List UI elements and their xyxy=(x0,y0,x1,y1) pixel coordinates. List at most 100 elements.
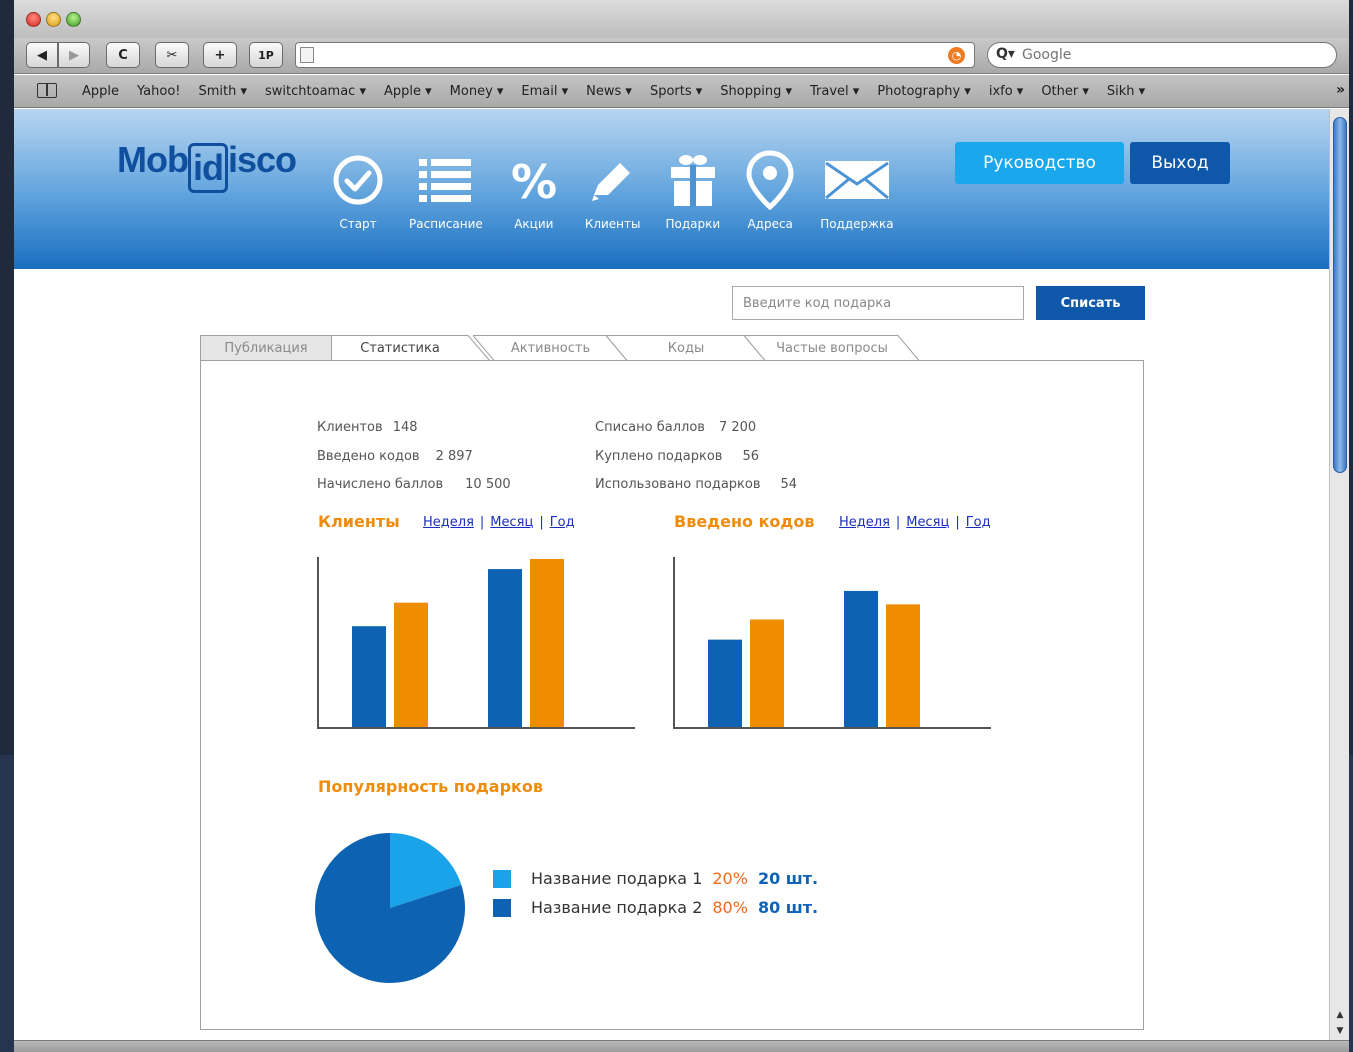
search-icon: Q▾ xyxy=(996,46,1015,62)
forward-button[interactable]: ▶ xyxy=(58,42,90,68)
vertical-scrollbar[interactable]: ▲ ▼ xyxy=(1329,109,1349,1052)
nav-item-support[interactable]: Поддержка xyxy=(820,149,894,231)
onepassword-button[interactable]: 1P xyxy=(249,42,283,68)
nav-label: Подарки xyxy=(665,217,721,231)
back-button[interactable]: ◀ xyxy=(26,42,58,68)
stat-label: Списано баллов xyxy=(595,420,705,435)
bookmark-item[interactable]: Apple ▾ xyxy=(384,84,432,99)
page-content: Mob id isco Старт Расписание % Акции Кли… xyxy=(14,109,1329,1052)
check-circle-icon xyxy=(332,149,384,211)
bookmark-item[interactable]: Other ▾ xyxy=(1041,84,1089,99)
period-month-link[interactable]: Месяц xyxy=(490,515,533,530)
write-off-button[interactable]: Списать xyxy=(1036,286,1145,320)
main-nav: Старт Расписание % Акции Клиенты Подарки… xyxy=(332,149,919,231)
bookmark-item[interactable]: switchtoamac ▾ xyxy=(265,84,366,99)
desktop-background-left xyxy=(0,755,14,1052)
tab-faq[interactable]: Частые вопросы xyxy=(744,335,920,361)
bookmark-item[interactable]: Email ▾ xyxy=(521,84,568,99)
bar-series-0-category-1 xyxy=(844,590,878,727)
nav-item-gifts[interactable]: Подарки xyxy=(665,149,721,231)
period-week-link[interactable]: Неделя xyxy=(423,515,474,530)
status-bar xyxy=(14,1040,1349,1052)
stat-gifts-bought: Куплено подарков 56 xyxy=(595,449,797,478)
nav-item-addresses[interactable]: Адреса xyxy=(745,149,795,231)
zoom-window-button[interactable] xyxy=(66,12,81,27)
scroll-up-arrow-icon[interactable]: ▲ xyxy=(1334,1008,1346,1022)
clients-period-links: Неделя | Месяц | Год xyxy=(423,515,575,530)
nav-item-start[interactable]: Старт xyxy=(332,149,384,231)
period-month-link[interactable]: Месяц xyxy=(906,515,949,530)
legend-row: Название подарка 2 80% 80 шт. xyxy=(493,893,818,922)
period-week-link[interactable]: Неделя xyxy=(839,515,890,530)
guide-button[interactable]: Руководство xyxy=(955,142,1124,184)
search-input[interactable] xyxy=(1022,46,1322,64)
tab-label: Активность xyxy=(510,340,591,356)
nav-label: Расписание xyxy=(409,217,483,231)
mobidisco-logo[interactable]: Mob id isco xyxy=(117,139,297,193)
tab-statistics[interactable]: Статистика xyxy=(331,335,491,361)
bookmark-item[interactable]: Photography ▾ xyxy=(877,84,971,99)
forward-arrow-icon: ▶ xyxy=(69,47,79,63)
book-icon[interactable] xyxy=(37,83,57,98)
scroll-down-arrow-icon[interactable]: ▼ xyxy=(1334,1024,1346,1038)
stat-label: Использовано подарков xyxy=(595,477,761,492)
bookmarks-overflow-icon[interactable]: » xyxy=(1336,82,1345,98)
stat-value: 148 xyxy=(392,420,418,435)
stat-label: Введено кодов xyxy=(317,448,420,464)
gift-code-input[interactable] xyxy=(732,286,1024,320)
nav-item-promotions[interactable]: % Акции xyxy=(508,149,560,231)
nav-item-schedule[interactable]: Расписание xyxy=(409,149,483,231)
logout-button[interactable]: Выход xyxy=(1130,142,1230,184)
nav-label: Поддержка xyxy=(820,217,894,231)
codes-bar-chart xyxy=(673,557,991,729)
address-bar[interactable] xyxy=(295,42,975,68)
scroll-thumb[interactable] xyxy=(1333,117,1347,473)
gift-popularity-pie-chart xyxy=(315,833,465,983)
stat-label: Куплено подарков xyxy=(595,448,723,464)
rss-icon[interactable]: ◔ xyxy=(948,47,965,64)
pie-legend: Название подарка 1 20% 20 шт. Название п… xyxy=(493,864,818,922)
stat-value: 10 500 xyxy=(465,477,511,492)
nav-item-clients[interactable]: Клиенты xyxy=(585,149,641,231)
bookmark-item[interactable]: Shopping ▾ xyxy=(720,84,792,99)
bar-series-0-category-0 xyxy=(352,626,386,727)
bookmark-item[interactable]: Sports ▾ xyxy=(650,84,702,99)
period-year-link[interactable]: Год xyxy=(966,515,991,530)
legend-gift-name: Название подарка 1 xyxy=(531,869,703,888)
bookmark-item[interactable]: News ▾ xyxy=(586,84,632,99)
logo-text-middle: id xyxy=(192,147,224,188)
search-field[interactable]: Q▾ xyxy=(987,42,1337,68)
reload-button[interactable]: C xyxy=(106,42,140,68)
bookmarks-bar: Apple Yahoo! Smith ▾ switchtoamac ▾ Appl… xyxy=(14,75,1349,108)
bar-series-1-category-0 xyxy=(394,602,428,727)
tab-label: Публикация xyxy=(224,340,308,356)
browser-toolbar: ◀ ▶ C ✂ + 1P ◔ Q▾ xyxy=(14,38,1349,74)
bookmark-item[interactable]: Yahoo! xyxy=(137,84,180,99)
close-window-button[interactable] xyxy=(26,12,41,27)
bookmark-item[interactable]: Money ▾ xyxy=(450,84,504,99)
add-bookmark-button[interactable]: + xyxy=(203,42,237,68)
onepassword-icon: 1P xyxy=(258,48,274,62)
bookmark-item[interactable]: Sikh ▾ xyxy=(1107,84,1145,99)
tab-label: Частые вопросы xyxy=(776,340,888,356)
period-year-link[interactable]: Год xyxy=(550,515,575,530)
bookmark-item[interactable]: Smith ▾ xyxy=(199,84,248,99)
tab-label: Коды xyxy=(667,340,705,356)
gift-icon xyxy=(667,149,719,211)
tab-publication[interactable]: Публикация xyxy=(200,335,332,361)
tab-codes[interactable]: Коды xyxy=(606,335,766,361)
clip-button[interactable]: ✂ xyxy=(155,42,189,68)
separator: | xyxy=(539,515,544,530)
tab-activity[interactable]: Активность xyxy=(473,335,628,361)
legend-count: 80 шт. xyxy=(757,898,819,917)
bookmark-item[interactable]: Travel ▾ xyxy=(810,84,859,99)
minimize-window-button[interactable] xyxy=(46,12,61,27)
bar-series-0-category-0 xyxy=(708,639,742,727)
clients-bar-chart xyxy=(317,557,635,729)
svg-text:%: % xyxy=(511,156,557,204)
envelope-icon xyxy=(824,149,890,211)
gift-popularity-title: Популярность подарков xyxy=(318,777,543,796)
bookmark-item[interactable]: ixfo ▾ xyxy=(989,84,1024,99)
stat-gifts-used: Использовано подарков 54 xyxy=(595,477,797,506)
bookmark-item[interactable]: Apple xyxy=(82,84,119,99)
